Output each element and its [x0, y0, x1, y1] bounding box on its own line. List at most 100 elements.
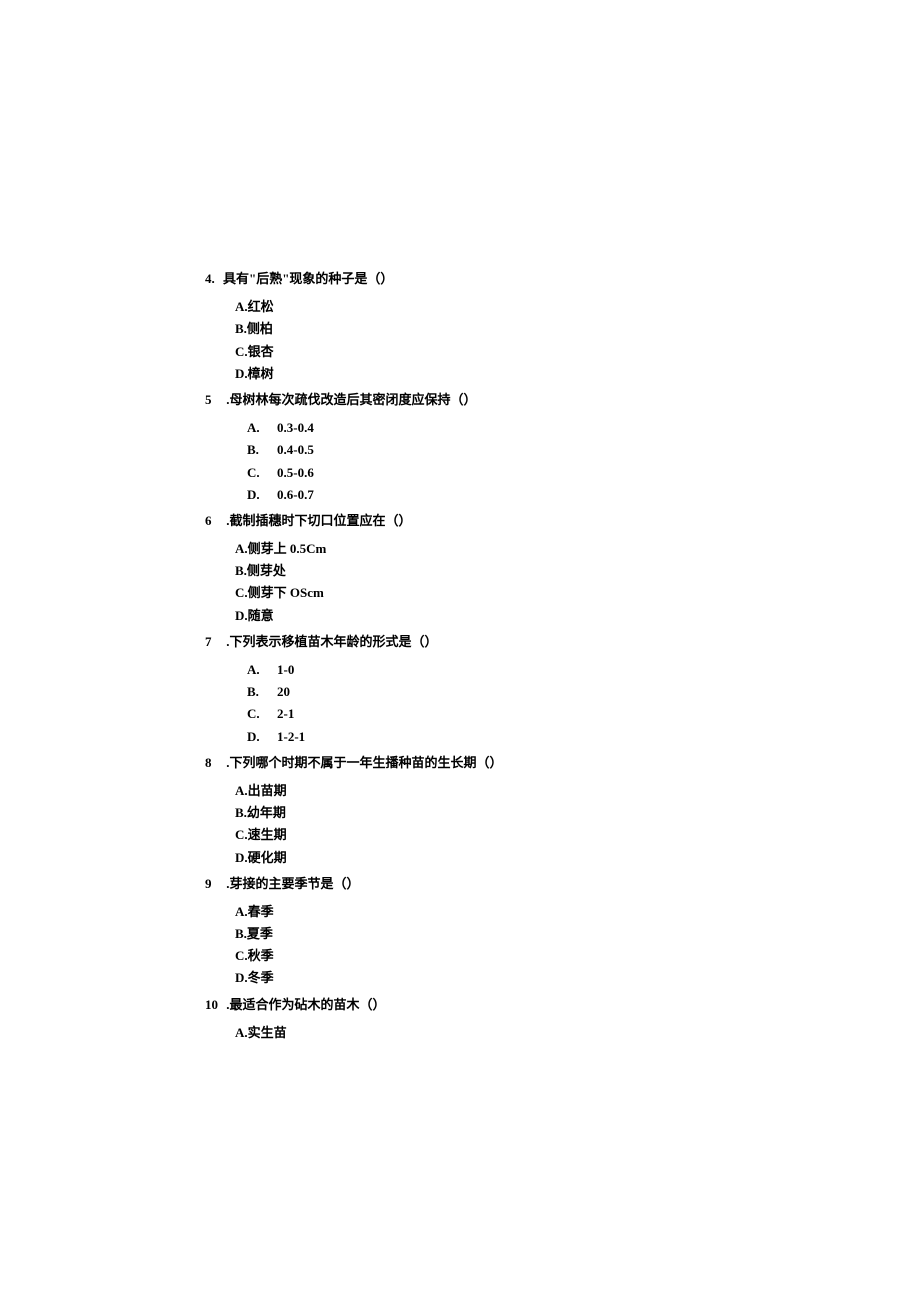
option-text: 1-2-1 — [277, 729, 305, 744]
option-letter: C. — [235, 826, 248, 844]
option: C.0.5-0.6 — [235, 464, 920, 482]
question-text: 具有"后熟"现象的种子是（） — [223, 271, 393, 286]
option-letter: C. — [247, 464, 277, 482]
option: B.20 — [235, 683, 920, 701]
option-text: 红松 — [248, 299, 274, 314]
question-text: .芽接的主要季节是（） — [223, 876, 360, 891]
option-text: 春季 — [248, 904, 274, 919]
option: B.幼年期 — [235, 804, 920, 822]
option: B.0.4-0.5 — [235, 441, 920, 459]
option-text: 硬化期 — [248, 850, 287, 865]
options-group: A.春季B.夏季C.秋季D.冬季 — [235, 903, 920, 988]
option: C.银杏 — [235, 343, 920, 361]
option: A.侧芽上 0.5Cm — [235, 540, 920, 558]
option: B.侧芽处 — [235, 562, 920, 580]
question-stem: 6 .截制插穗时下切口位置应在（） — [205, 512, 920, 530]
option-text: 冬季 — [248, 970, 274, 985]
option-text: 随意 — [248, 608, 274, 623]
option-letter: D. — [235, 607, 248, 625]
option: D.硬化期 — [235, 849, 920, 867]
question: 4.具有"后熟"现象的种子是（）A.红松B.侧柏C.银杏D.樟树 — [205, 270, 920, 383]
options-group: A.1-0B.20C.2-1D.1-2-1 — [235, 661, 920, 746]
option: D.樟树 — [235, 365, 920, 383]
question: 7 .下列表示移植苗木年龄的形式是（）A.1-0B.20C.2-1D.1-2-1 — [205, 633, 920, 746]
option-letter: D. — [235, 849, 248, 867]
option-letter: A. — [235, 298, 248, 316]
option-text: 银杏 — [248, 344, 274, 359]
question-number: 7 — [205, 633, 223, 651]
question: 8 .下列哪个时期不属于一年生播种苗的生长期（）A.出苗期B.幼年期C.速生期D… — [205, 754, 920, 867]
option: B.夏季 — [235, 925, 920, 943]
question-text: .截制插穗时下切口位置应在（） — [223, 513, 412, 528]
question-stem: 9 .芽接的主要季节是（） — [205, 875, 920, 893]
option: A.实生苗 — [235, 1024, 920, 1042]
option: D.0.6-0.7 — [235, 486, 920, 504]
question-number: 10 — [205, 996, 223, 1014]
option-letter: B. — [247, 683, 277, 701]
option-text: 夏季 — [247, 926, 273, 941]
option-letter: D. — [247, 486, 277, 504]
option: C.侧芽下 OScm — [235, 584, 920, 602]
option-text: 侧柏 — [247, 321, 273, 336]
options-group: A.0.3-0.4B.0.4-0.5C.0.5-0.6D.0.6-0.7 — [235, 419, 920, 504]
question: 10 .最适合作为砧木的苗木（） A.实生苗 — [205, 996, 920, 1042]
question-text: .母树林每次疏伐改造后其密闭度应保持（） — [223, 392, 477, 407]
question-stem: 10 .最适合作为砧木的苗木（） — [205, 996, 920, 1014]
option: A.春季 — [235, 903, 920, 921]
option-letter: C. — [247, 705, 277, 723]
option-text: 出苗期 — [248, 783, 287, 798]
options-group: A.实生苗 — [235, 1024, 920, 1042]
question: 6 .截制插穗时下切口位置应在（） A.侧芽上 0.5Cm B.侧芽处 C.侧芽下 O… — [205, 512, 920, 625]
option-letter: A. — [247, 661, 277, 679]
option-text: 0.6-0.7 — [277, 487, 314, 502]
question-text: .下列哪个时期不属于一年生播种苗的生长期（） — [223, 755, 503, 770]
option-letter: D. — [247, 728, 277, 746]
option-letter: B. — [235, 320, 247, 338]
option: B.侧柏 — [235, 320, 920, 338]
option-text: 速生期 — [248, 827, 287, 842]
question-number: 8 — [205, 754, 223, 772]
option: A.红松 — [235, 298, 920, 316]
question-number: 4. — [205, 270, 223, 288]
option: A.1-0 — [235, 661, 920, 679]
option: C.2-1 — [235, 705, 920, 723]
options-group: A.出苗期B.幼年期C.速生期D.硬化期 — [235, 782, 920, 867]
option-letter: B. — [247, 441, 277, 459]
option-text: 实生苗 — [248, 1025, 287, 1040]
question-number: 6 — [205, 512, 223, 530]
option-letter: A. — [235, 903, 248, 921]
exam-page: 4.具有"后熟"现象的种子是（）A.红松B.侧柏C.银杏D.樟树5 .母树林每次… — [0, 0, 920, 1301]
option-text: 0.5-0.6 — [277, 465, 314, 480]
option-text: 2-1 — [277, 706, 294, 721]
option: D.冬季 — [235, 969, 920, 987]
question-stem: 5 .母树林每次疏伐改造后其密闭度应保持（） — [205, 391, 920, 409]
option-letter: B. — [235, 562, 247, 580]
option-text: 樟树 — [248, 366, 274, 381]
option-text: 0.4-0.5 — [277, 442, 314, 457]
option-letter: A. — [247, 419, 277, 437]
question-text: .最适合作为砧木的苗木（） — [223, 997, 386, 1012]
option-text: 幼年期 — [247, 805, 286, 820]
question-number: 5 — [205, 391, 223, 409]
option-text: 侧芽上 0.5Cm — [248, 541, 327, 556]
option-letter: A. — [235, 1024, 248, 1042]
question-stem: 4.具有"后熟"现象的种子是（） — [205, 270, 920, 288]
question-stem: 7 .下列表示移植苗木年龄的形式是（） — [205, 633, 920, 651]
option-letter: B. — [235, 925, 247, 943]
question-text: .下列表示移植苗木年龄的形式是（） — [223, 634, 438, 649]
question-stem: 8 .下列哪个时期不属于一年生播种苗的生长期（） — [205, 754, 920, 772]
option-text: 20 — [277, 684, 290, 699]
question: 5 .母树林每次疏伐改造后其密闭度应保持（） A.0.3-0.4 B.0.4-0.5… — [205, 391, 920, 504]
option: C.速生期 — [235, 826, 920, 844]
option-text: 1-0 — [277, 662, 294, 677]
question-number: 9 — [205, 875, 223, 893]
option-letter: B. — [235, 804, 247, 822]
options-group: A.侧芽上 0.5Cm B.侧芽处 C.侧芽下 OScm D.随意 — [235, 540, 920, 625]
option: A.0.3-0.4 — [235, 419, 920, 437]
option: D.随意 — [235, 607, 920, 625]
option-letter: A. — [235, 540, 248, 558]
option: C.秋季 — [235, 947, 920, 965]
option-text: 侧芽下 OScm — [248, 585, 324, 600]
question: 9 .芽接的主要季节是（）A.春季B.夏季C.秋季D.冬季 — [205, 875, 920, 988]
questions-list: 4.具有"后熟"现象的种子是（）A.红松B.侧柏C.银杏D.樟树5 .母树林每次… — [205, 270, 920, 1042]
